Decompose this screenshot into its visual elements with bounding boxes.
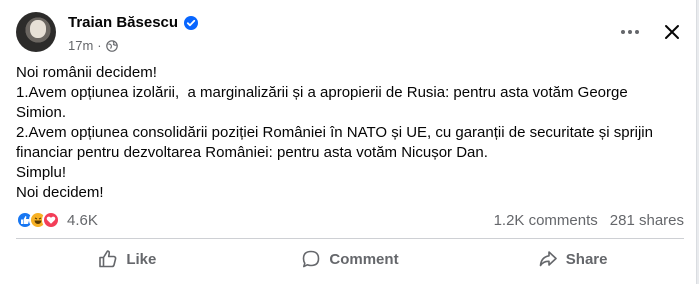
post-meta: 17m · xyxy=(68,38,118,53)
post-line: Simion. xyxy=(16,104,67,121)
action-bar: Like Comment Share xyxy=(16,243,684,275)
share-icon xyxy=(539,251,557,267)
shares-count[interactable]: 281 shares xyxy=(610,212,684,229)
author-avatar[interactable] xyxy=(16,12,56,52)
more-options-button[interactable] xyxy=(616,18,644,46)
share-label: Share xyxy=(565,250,608,268)
comments-count[interactable]: 1.2K comments xyxy=(494,212,598,229)
author-name[interactable]: Traian Băsescu xyxy=(68,14,178,31)
share-button[interactable]: Share xyxy=(473,243,673,275)
thumbs-up-icon xyxy=(99,250,117,268)
post-line: Noi decidem! xyxy=(16,184,104,201)
post-line: Simplu! xyxy=(16,164,67,181)
reactions-summary: 4.6K 1.2K comments 281 shares xyxy=(16,208,684,232)
comment-label: Comment xyxy=(329,250,399,268)
verified-badge-icon xyxy=(184,15,199,30)
reaction-icons[interactable] xyxy=(16,211,60,229)
meta-separator: · xyxy=(97,38,102,53)
comment-button[interactable]: Comment xyxy=(250,243,450,275)
header-actions xyxy=(616,18,686,46)
post-header: Traian Băsescu 17m · xyxy=(16,12,686,58)
action-divider xyxy=(16,238,684,239)
reactions-count[interactable]: 4.6K xyxy=(67,212,98,229)
post-card: Traian Băsescu 17m · Noi românii decidem… xyxy=(0,0,697,284)
post-line: Noi românii decidem! xyxy=(16,64,157,81)
more-icon xyxy=(621,30,639,34)
close-button[interactable] xyxy=(658,18,686,46)
like-button[interactable]: Like xyxy=(27,243,227,275)
author-row: Traian Băsescu xyxy=(68,14,199,31)
post-line: financiar pentru dezvoltarea României: p… xyxy=(16,144,488,161)
comment-icon xyxy=(303,250,320,268)
engagement-counts: 1.2K comments 281 shares xyxy=(494,212,684,229)
post-time[interactable]: 17m xyxy=(68,38,93,53)
post-text: Noi românii decidem! 1.Avem opțiunea izo… xyxy=(16,63,676,203)
close-icon xyxy=(665,25,679,39)
post-line: 1.Avem opțiunea izolării, a marginalizăr… xyxy=(16,84,628,101)
love-reaction-icon xyxy=(42,211,60,229)
globe-icon[interactable] xyxy=(105,39,118,52)
post-line: 2.Avem opțiunea consolidării poziției Ro… xyxy=(16,124,653,141)
like-label: Like xyxy=(126,250,157,268)
